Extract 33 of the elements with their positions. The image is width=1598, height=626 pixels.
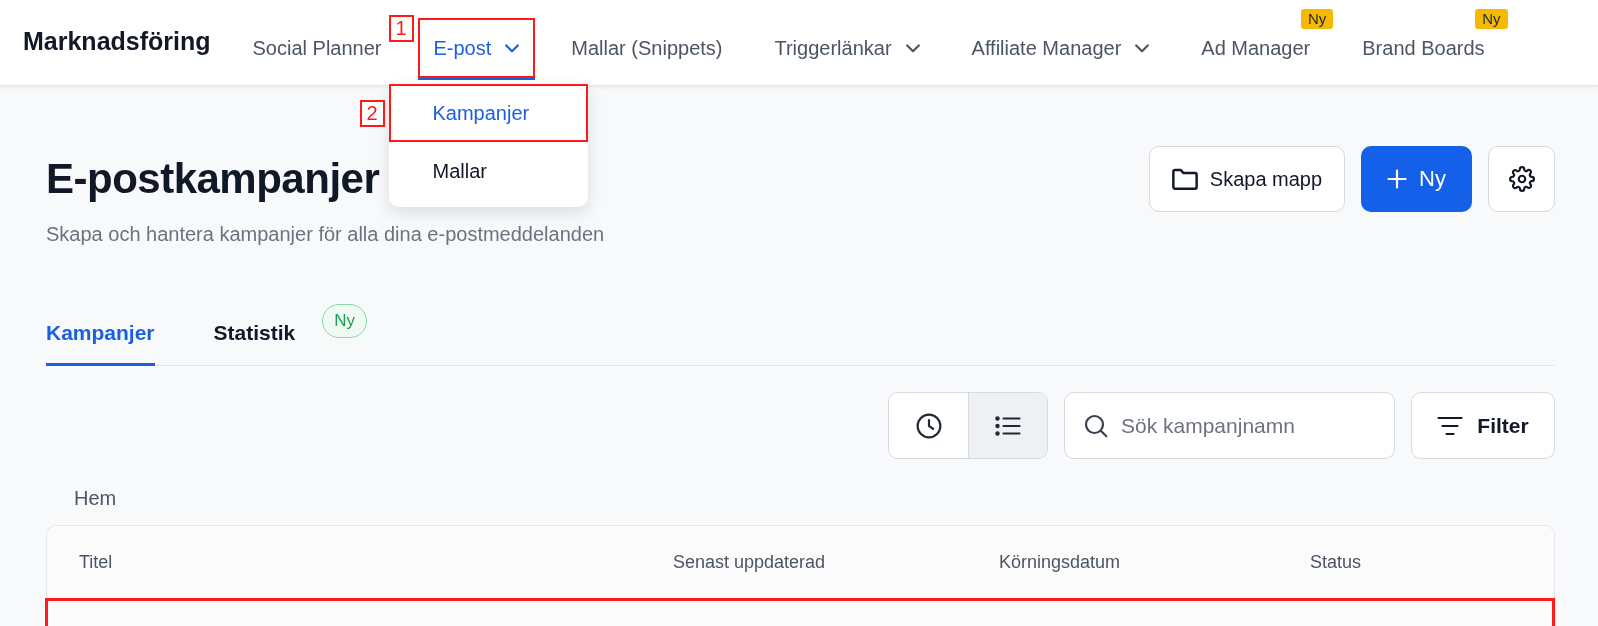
search-field[interactable]: Sök kampanjnamn (1064, 392, 1395, 459)
column-header: Senast uppdaterad (673, 551, 826, 573)
list-icon (995, 415, 1021, 436)
filter-icon (1437, 415, 1464, 436)
plus-icon (1387, 169, 1408, 189)
settings-icon (1508, 166, 1535, 192)
nav-tab[interactable]: E-post (417, 18, 536, 80)
column-header: Status (1310, 551, 1362, 573)
menu-item[interactable]: Kampanjer (388, 84, 588, 142)
annotation-number: 1 (388, 15, 414, 42)
column-header: Körningsdatum (999, 551, 1121, 573)
breadcrumb-link[interactable]: Hem (74, 484, 117, 512)
tab[interactable]: Statistik Ny (213, 300, 368, 366)
search-icon (1084, 413, 1108, 438)
folder-icon (1171, 168, 1198, 190)
settings-button[interactable] (1488, 146, 1555, 212)
tab[interactable]: Kampanjer (46, 300, 155, 366)
column-header: Titel (79, 551, 113, 573)
page-subtitle: Skapa och hantera kampanjer för alla dina e-postmeddelanden (46, 222, 605, 247)
new-badge: Ny (322, 304, 368, 338)
nav-tab[interactable]: Affiliate Manager (955, 18, 1166, 80)
page-title: E-postkampanjer (46, 154, 380, 204)
nav-tab[interactable]: Mallar (Snippets) (555, 18, 739, 80)
annotation-number: 2 (359, 100, 385, 127)
app-title: Marknadsföring (23, 27, 211, 56)
new-badge: Ny (1300, 9, 1334, 29)
new-badge: Ny (1475, 9, 1508, 29)
clock-icon (915, 412, 942, 439)
new-button[interactable]: Ny (1361, 146, 1472, 212)
menu-item[interactable]: Mallar (388, 142, 588, 200)
filter-button[interactable]: Filter (1411, 392, 1555, 459)
nav-tab[interactable]: Triggerlänkar (758, 18, 936, 80)
create-folder-button[interactable]: Skapa mapp (1148, 146, 1346, 212)
